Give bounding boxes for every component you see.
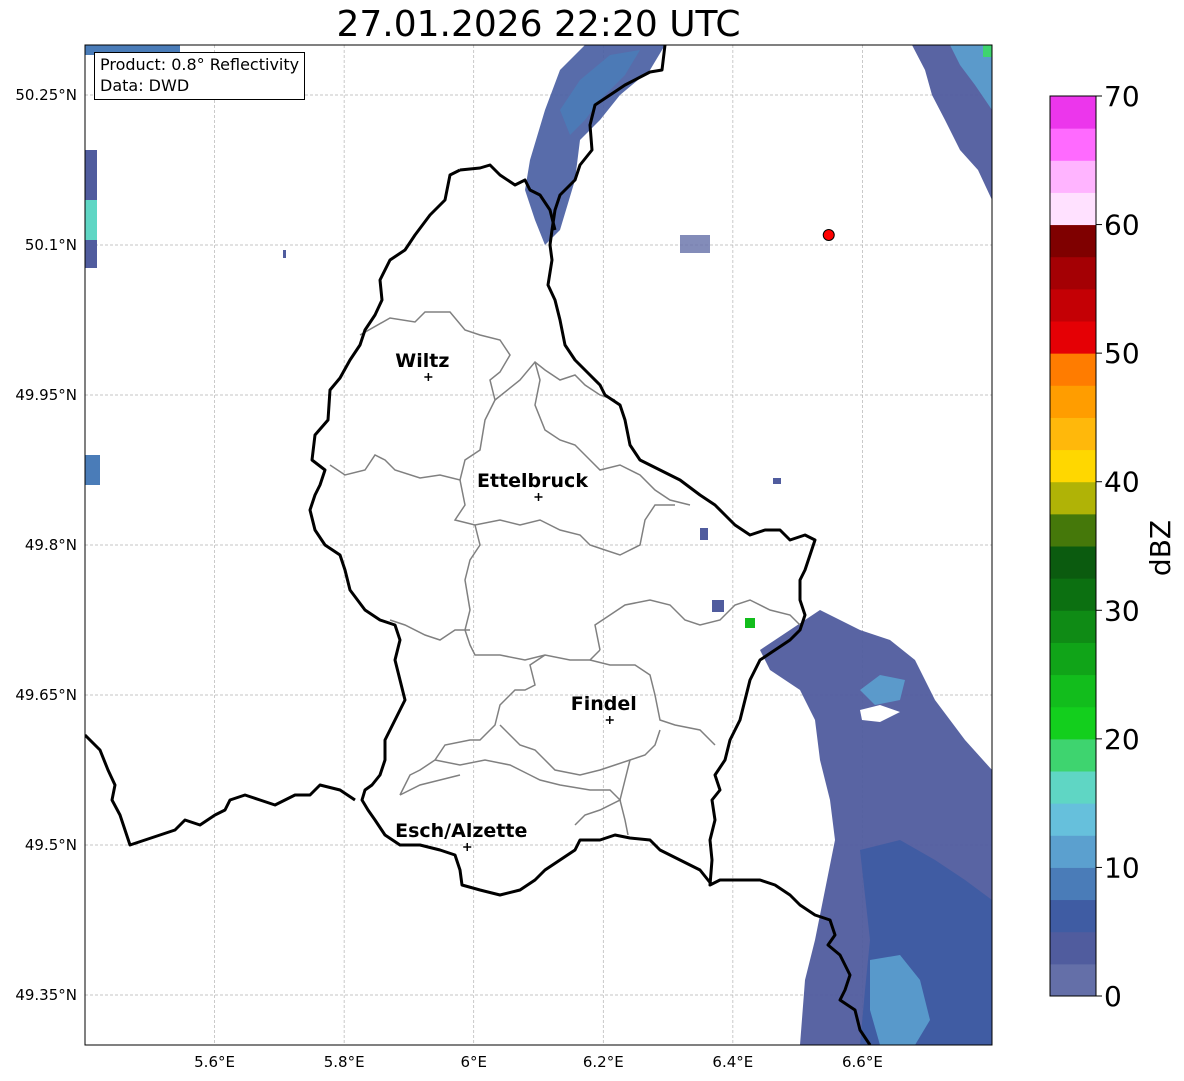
city-label: Esch/Alzette [395,820,527,842]
colorbar-label: dBZ [1144,520,1177,576]
lon-tick-label: 6.6°E [842,1053,883,1071]
colorbar-segment [1050,835,1096,868]
echo-strip-west-3 [85,200,97,240]
lat-tick-label: 49.35°N [15,986,77,1004]
colorbar-segment [1050,578,1096,611]
lon-tick-label: 6.4°E [712,1053,753,1071]
lon-tick-label: 6°E [460,1053,487,1071]
data-source-text: Data: DWD [100,76,190,95]
colorbar-segment [1050,160,1096,193]
colorbar: 0 10 20 30 40 50 60 70 [1049,80,1140,1013]
colorbar-tick-label: 20 [1104,723,1140,756]
colorbar-segment [1050,546,1096,579]
colorbar-segment [1050,96,1096,129]
colorbar-segment [1050,963,1096,997]
colorbar-segment [1050,481,1096,515]
colorbar-segment [1050,899,1096,933]
echo-speckle-2 [680,235,710,253]
colorbar-tick-label: 70 [1104,80,1140,113]
lat-tick-label: 49.95°N [15,386,77,404]
colorbar-segment [1050,321,1096,354]
colorbar-segment [1050,128,1096,161]
colorbar-segment [1050,931,1096,965]
echo-speckle-5 [745,618,755,628]
echo-speckle-1 [283,250,286,258]
colorbar-tick-label: 60 [1104,209,1140,242]
colorbar-tick-label: 0 [1104,980,1122,1013]
colorbar-segment [1050,642,1096,676]
radar-map: Wiltz Ettelbruck Findel Esch/Alzette 5.6°E 5… [15,44,1177,1071]
colorbar-segment [1050,288,1096,322]
lon-tick-label: 5.8°E [324,1053,365,1071]
lat-tick-label: 49.8°N [25,536,77,554]
colorbar-tick-label: 10 [1104,851,1140,884]
colorbar-segment [1050,256,1096,290]
product-text: Product: 0.8° Reflectivity [100,55,300,74]
colorbar-segment [1050,449,1096,483]
colorbar-tick-label: 40 [1104,466,1140,499]
colorbar-segment [1050,674,1096,708]
colorbar-tick-label: 50 [1104,337,1140,370]
lat-tick-label: 50.1°N [25,236,77,254]
colorbar-segment [1050,610,1096,643]
echo-speckle-6 [773,478,781,484]
colorbar-segment [1050,353,1096,386]
lon-tick-label: 5.6°E [194,1053,235,1071]
echo-cell-northeast [983,45,992,57]
colorbar-segment [1050,513,1096,547]
info-box: Product: 0.8° Reflectivity Data: DWD [94,52,306,100]
colorbar-segment [1050,738,1096,772]
city-label: Wiltz [395,350,449,372]
colorbar-segment [1050,192,1096,226]
colorbar-segment [1050,224,1096,258]
colorbar-segment [1050,385,1096,418]
city-label: Findel [571,693,637,715]
colorbar-segment [1050,771,1096,804]
colorbar-segment [1050,706,1096,740]
lat-tick-label: 49.5°N [25,836,77,854]
lat-tick-label: 50.25°N [15,86,77,104]
lat-tick-label: 49.65°N [15,686,77,704]
echo-speckle-4 [712,600,724,612]
echo-speckle-3 [700,528,708,540]
echo-strip-west-4 [85,455,100,485]
colorbar-segment [1050,867,1096,901]
radar-site-marker [822,229,835,241]
colorbar-tick-label: 30 [1104,594,1140,627]
lon-tick-label: 6.2°E [583,1053,624,1071]
colorbar-segment [1050,803,1096,836]
city-label: Ettelbruck [477,470,588,492]
map-title: 27.01.2026 22:20 UTC [336,4,741,45]
colorbar-segment [1050,417,1096,451]
